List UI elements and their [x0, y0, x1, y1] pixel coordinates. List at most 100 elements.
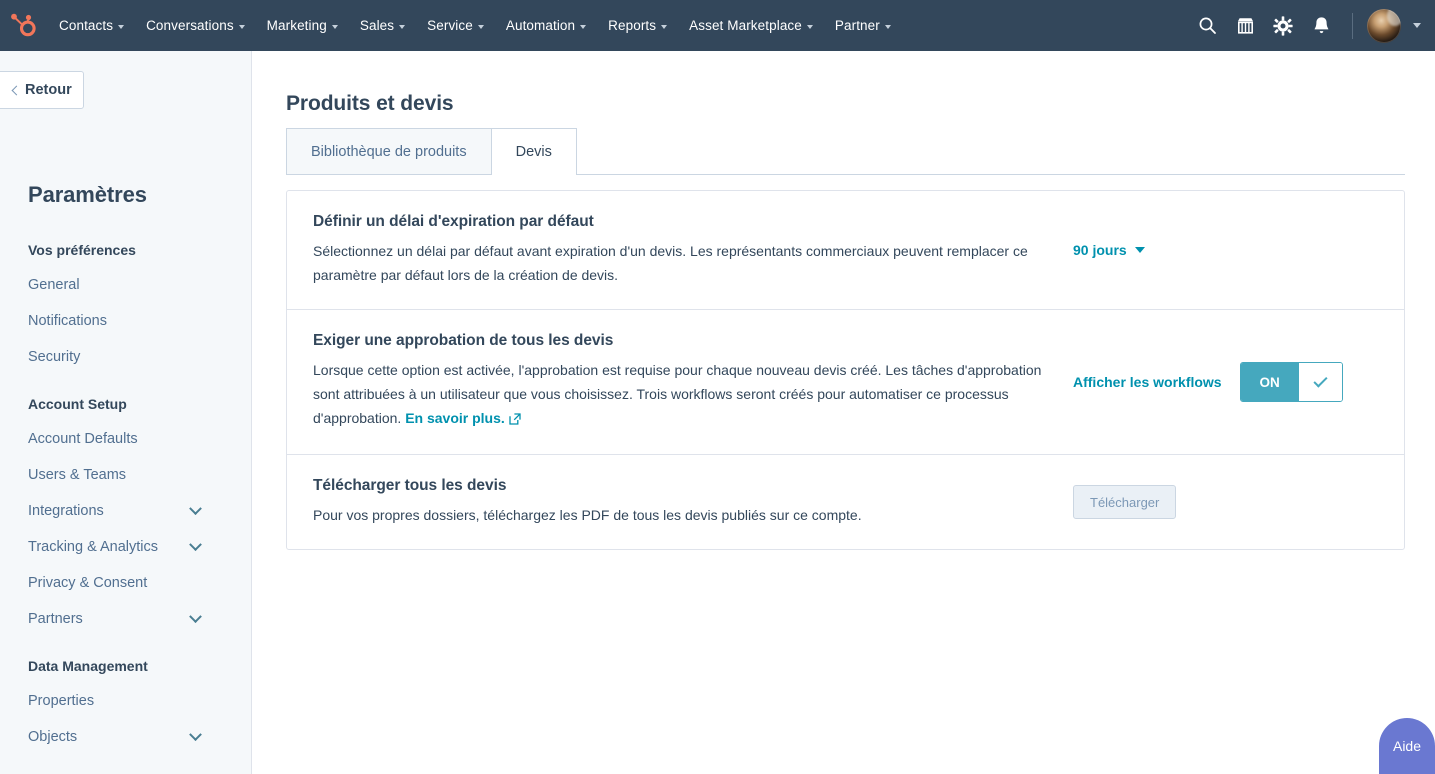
chevron-down-icon [331, 24, 338, 29]
chevron-down-icon [806, 24, 813, 29]
tab-bar: Bibliothèque de produits Devis [286, 128, 1405, 175]
nav-item-sales[interactable]: Sales [349, 0, 416, 51]
nav-item-label: Contacts [59, 18, 114, 33]
sidebar-group-data-management: Data Management [28, 658, 148, 674]
setting-control: Afficher les workflows ON [1073, 362, 1343, 402]
sidebar-item-objects[interactable]: Objects [0, 719, 252, 755]
check-icon [1313, 372, 1328, 388]
sidebar-item-notifications[interactable]: Notifications [0, 303, 252, 339]
setting-control: Télécharger [1073, 485, 1177, 519]
sidebar-title: Paramètres [28, 182, 147, 207]
nav-item-label: Reports [608, 18, 657, 33]
nav-item-conversations[interactable]: Conversations [135, 0, 256, 51]
setting-title: Télécharger tous les devis [313, 477, 507, 494]
hubspot-logo[interactable] [0, 0, 48, 51]
account-chevron-down-icon[interactable] [1413, 23, 1421, 28]
nav-item-automation[interactable]: Automation [495, 0, 597, 51]
chevron-down-icon [399, 24, 406, 29]
sidebar-item-label: Account Defaults [28, 431, 138, 447]
chevron-down-icon [661, 24, 668, 29]
sidebar-group-your-preferences: Vos préférences [28, 242, 136, 258]
nav-divider [1352, 12, 1353, 39]
setting-title: Exiger une approbation de tous les devis [313, 332, 614, 349]
toggle-on-label: ON [1240, 363, 1299, 401]
sidebar-item-label: Privacy & Consent [28, 575, 148, 591]
nav-item-service[interactable]: Service [416, 0, 495, 51]
chevron-down-icon [1134, 247, 1145, 253]
sidebar-item-label: Tracking & Analytics [28, 539, 159, 555]
toggle-checked-indicator [1298, 363, 1342, 401]
chevron-down-icon [118, 24, 125, 29]
hubspot-sprocket-icon [11, 13, 36, 36]
sidebar-item-properties[interactable]: Properties [0, 683, 252, 719]
nav-menu: Contacts Conversations Marketing Sales S… [48, 0, 902, 51]
sidebar-item-security[interactable]: Security [0, 339, 252, 375]
chevron-down-icon [580, 24, 587, 29]
chevron-down-icon [189, 537, 202, 551]
sidebar-nav-list: Vos préférences General Notifications Se… [0, 233, 252, 755]
sidebar-item-label: Partners [28, 611, 83, 627]
require-approval-toggle[interactable]: ON [1239, 362, 1343, 402]
back-button-label: Retour [25, 82, 72, 98]
chevron-down-icon [189, 501, 202, 515]
sidebar-item-account-defaults[interactable]: Account Defaults [0, 421, 252, 457]
user-avatar[interactable] [1367, 8, 1401, 43]
help-button[interactable]: Aide [1379, 718, 1435, 774]
setting-row-expiration-delay: Définir un délai d'expiration par défaut… [287, 191, 1404, 310]
setting-row-download-quotes: Télécharger tous les devis Pour vos prop… [287, 455, 1404, 549]
sidebar-item-tracking-analytics[interactable]: Tracking & Analytics [0, 529, 252, 565]
nav-item-partner[interactable]: Partner [824, 0, 902, 51]
gear-icon [1273, 15, 1293, 36]
external-link-icon[interactable] [509, 408, 521, 432]
main-content: Produits et devis Bibliothèque de produi… [252, 51, 1435, 774]
tab-label: Devis [515, 144, 552, 160]
view-workflows-link[interactable]: Afficher les workflows [1073, 374, 1222, 390]
nav-item-label: Asset Marketplace [689, 18, 802, 33]
back-button[interactable]: Retour [0, 71, 84, 109]
sidebar-group-account-setup: Account Setup [28, 396, 127, 412]
setting-row-require-approval: Exiger une approbation de tous les devis… [287, 310, 1404, 455]
nav-item-contacts[interactable]: Contacts [48, 0, 135, 51]
sidebar-item-privacy-consent[interactable]: Privacy & Consent [0, 565, 252, 601]
marketplace-icon [1237, 18, 1253, 34]
chevron-down-icon [884, 24, 891, 29]
chevron-down-icon [238, 24, 245, 29]
bell-icon [1314, 17, 1328, 34]
sidebar-item-label: Properties [28, 693, 95, 709]
tab-product-library[interactable]: Bibliothèque de produits [286, 128, 492, 174]
settings-button[interactable] [1266, 9, 1300, 43]
setting-text: Exiger une approbation de tous les devis… [313, 332, 1073, 432]
sidebar-item-label: General [28, 277, 80, 293]
nav-item-label: Automation [505, 18, 576, 33]
nav-item-label: Service [427, 18, 473, 33]
expiration-delay-dropdown[interactable]: 90 jours [1073, 242, 1145, 258]
nav-item-asset-marketplace[interactable]: Asset Marketplace [678, 0, 824, 51]
sidebar-item-label: Objects [28, 729, 78, 745]
learn-more-link[interactable]: En savoir plus. [405, 410, 505, 426]
download-button[interactable]: Télécharger [1073, 485, 1177, 519]
nav-item-reports[interactable]: Reports [597, 0, 678, 51]
settings-sidebar: Retour Paramètres Vos préférences Genera… [0, 51, 252, 774]
sidebar-item-users-teams[interactable]: Users & Teams [0, 457, 252, 493]
marketplace-button[interactable] [1228, 9, 1262, 43]
chevron-down-icon [189, 609, 202, 623]
nav-item-label: Partner [834, 18, 880, 33]
sidebar-item-label: Security [28, 349, 81, 365]
sidebar-item-integrations[interactable]: Integrations [0, 493, 252, 529]
tab-quotes[interactable]: Devis [490, 128, 577, 175]
setting-text: Télécharger tous les devis Pour vos prop… [313, 477, 1073, 527]
nav-item-marketing[interactable]: Marketing [256, 0, 349, 51]
sidebar-item-partners[interactable]: Partners [0, 601, 252, 637]
notifications-button[interactable] [1304, 9, 1338, 43]
nav-item-label: Sales [359, 18, 395, 33]
sidebar-item-general[interactable]: General [0, 267, 252, 303]
sidebar-item-label: Notifications [28, 313, 107, 329]
nav-item-label: Marketing [266, 18, 327, 33]
setting-description: Pour vos propres dossiers, téléchargez l… [313, 507, 862, 523]
search-icon [1199, 17, 1216, 34]
search-button[interactable] [1190, 9, 1224, 43]
chevron-left-icon [11, 85, 22, 95]
sidebar-item-label: Integrations [28, 503, 104, 519]
